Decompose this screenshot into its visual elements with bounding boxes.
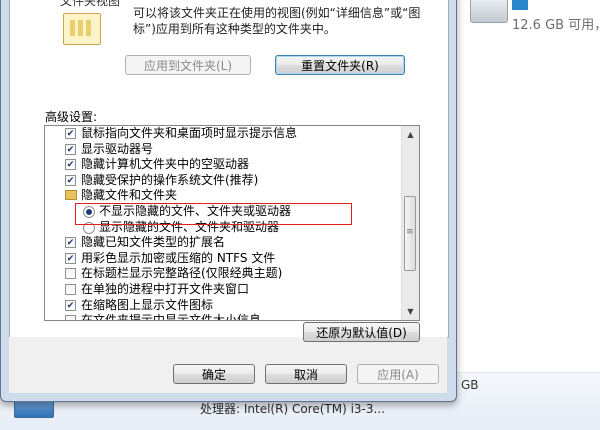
- folder-view-icon: [63, 13, 101, 45]
- processor-text: 处理器: Intel(R) Core(TM) i3-3...: [200, 402, 385, 416]
- checkbox[interactable]: [65, 315, 76, 320]
- apply-button[interactable]: 应用(A): [357, 364, 439, 384]
- settings-row-label: 在标题栏显示完整路径(仅限经典主题): [81, 266, 283, 281]
- folder-view-group-title: 文件夹视图: [60, 0, 121, 8]
- checkbox[interactable]: [65, 174, 76, 186]
- advanced-settings-tree[interactable]: 鼠标指向文件夹和桌面项时显示提示信息显示驱动器号隐藏计算机文件夹中的空驱动器隐藏…: [44, 125, 420, 321]
- settings-row-label: 在缩略图上显示文件图标: [81, 297, 214, 312]
- settings-row-label: 显示驱动器号: [81, 141, 154, 156]
- settings-row-label: 显示隐藏的文件、文件夹和驱动器: [99, 219, 280, 234]
- scroll-down-arrow-icon[interactable]: ▼: [402, 303, 419, 320]
- settings-row-label: 在单独的进程中打开文件夹窗口: [81, 281, 250, 296]
- advanced-settings-label: 高级设置:: [45, 110, 98, 124]
- settings-row[interactable]: 在文件夹提示中显示文件大小信息: [45, 313, 401, 321]
- settings-row[interactable]: 隐藏计算机文件夹中的空驱动器: [45, 157, 401, 173]
- checkbox[interactable]: [65, 128, 76, 139]
- checkbox[interactable]: [65, 143, 76, 155]
- settings-row[interactable]: 用彩色显示加密或压缩的 NTFS 文件: [45, 251, 401, 267]
- settings-row[interactable]: 不显示隐藏的文件、文件夹或驱动器: [45, 204, 401, 220]
- settings-row[interactable]: 在单独的进程中打开文件夹窗口: [45, 282, 401, 298]
- scroll-thumb[interactable]: [404, 196, 416, 271]
- settings-row-label: 隐藏文件和文件夹: [81, 188, 178, 203]
- checkbox[interactable]: [65, 283, 76, 295]
- settings-row-label: 隐藏计算机文件夹中的空驱动器: [81, 157, 250, 172]
- drive-usage-bar: [512, 0, 528, 10]
- settings-row-label: 鼠标指向文件夹和桌面项时显示提示信息: [81, 126, 298, 140]
- radio-button[interactable]: [83, 205, 95, 218]
- settings-row[interactable]: 隐藏已知文件类型的扩展名: [45, 235, 401, 251]
- checkbox[interactable]: [65, 268, 76, 280]
- settings-row-label: 隐藏受保护的操作系统文件(推荐): [81, 172, 259, 187]
- settings-row[interactable]: 在缩略图上显示文件图标: [45, 298, 401, 314]
- settings-row[interactable]: 在标题栏显示完整路径(仅限经典主题): [45, 266, 401, 282]
- checkbox[interactable]: [65, 252, 76, 264]
- folder-view-description: 可以将该文件夹正在使用的视图(例如“详细信息”或“图标”)应用到所有这种类型的文…: [133, 6, 421, 36]
- checkbox[interactable]: [65, 159, 76, 171]
- ok-button[interactable]: 确定: [173, 364, 255, 384]
- settings-row[interactable]: 鼠标指向文件夹和桌面项时显示提示信息: [45, 126, 401, 142]
- memory-text: GB: [461, 378, 479, 392]
- settings-row-label: 隐藏已知文件类型的扩展名: [81, 235, 226, 250]
- scroll-up-arrow-icon[interactable]: ▲: [402, 126, 419, 143]
- explorer-background: [455, 0, 600, 429]
- apply-to-folders-button[interactable]: 应用到文件夹(L): [125, 55, 251, 75]
- settings-row-label: 不显示隐藏的文件、文件夹或驱动器: [99, 203, 292, 218]
- settings-row[interactable]: 隐藏文件和文件夹: [45, 188, 401, 204]
- settings-row-label: 用彩色显示加密或压缩的 NTFS 文件: [81, 250, 276, 265]
- cancel-button[interactable]: 取消: [265, 364, 347, 384]
- settings-row[interactable]: 显示隐藏的文件、文件夹和驱动器: [45, 220, 401, 236]
- settings-row-label: 在文件夹提示中显示文件大小信息: [81, 313, 262, 321]
- folder-icon: [65, 190, 77, 201]
- checkbox[interactable]: [65, 299, 76, 311]
- restore-defaults-button[interactable]: 还原为默认值(D): [303, 322, 420, 342]
- radio-button[interactable]: [83, 221, 95, 234]
- drive-free-space: 12.6 GB 可用，: [512, 18, 600, 33]
- advanced-settings-list: 鼠标指向文件夹和桌面项时显示提示信息显示驱动器号隐藏计算机文件夹中的空驱动器隐藏…: [45, 126, 401, 321]
- tree-scrollbar[interactable]: ▲ ▼: [401, 126, 419, 320]
- settings-row[interactable]: 隐藏受保护的操作系统文件(推荐): [45, 173, 401, 189]
- settings-row[interactable]: 显示驱动器号: [45, 142, 401, 158]
- reset-folders-button[interactable]: 重置文件夹(R): [275, 55, 405, 75]
- drive-icon: [470, 0, 508, 23]
- checkbox[interactable]: [65, 237, 76, 249]
